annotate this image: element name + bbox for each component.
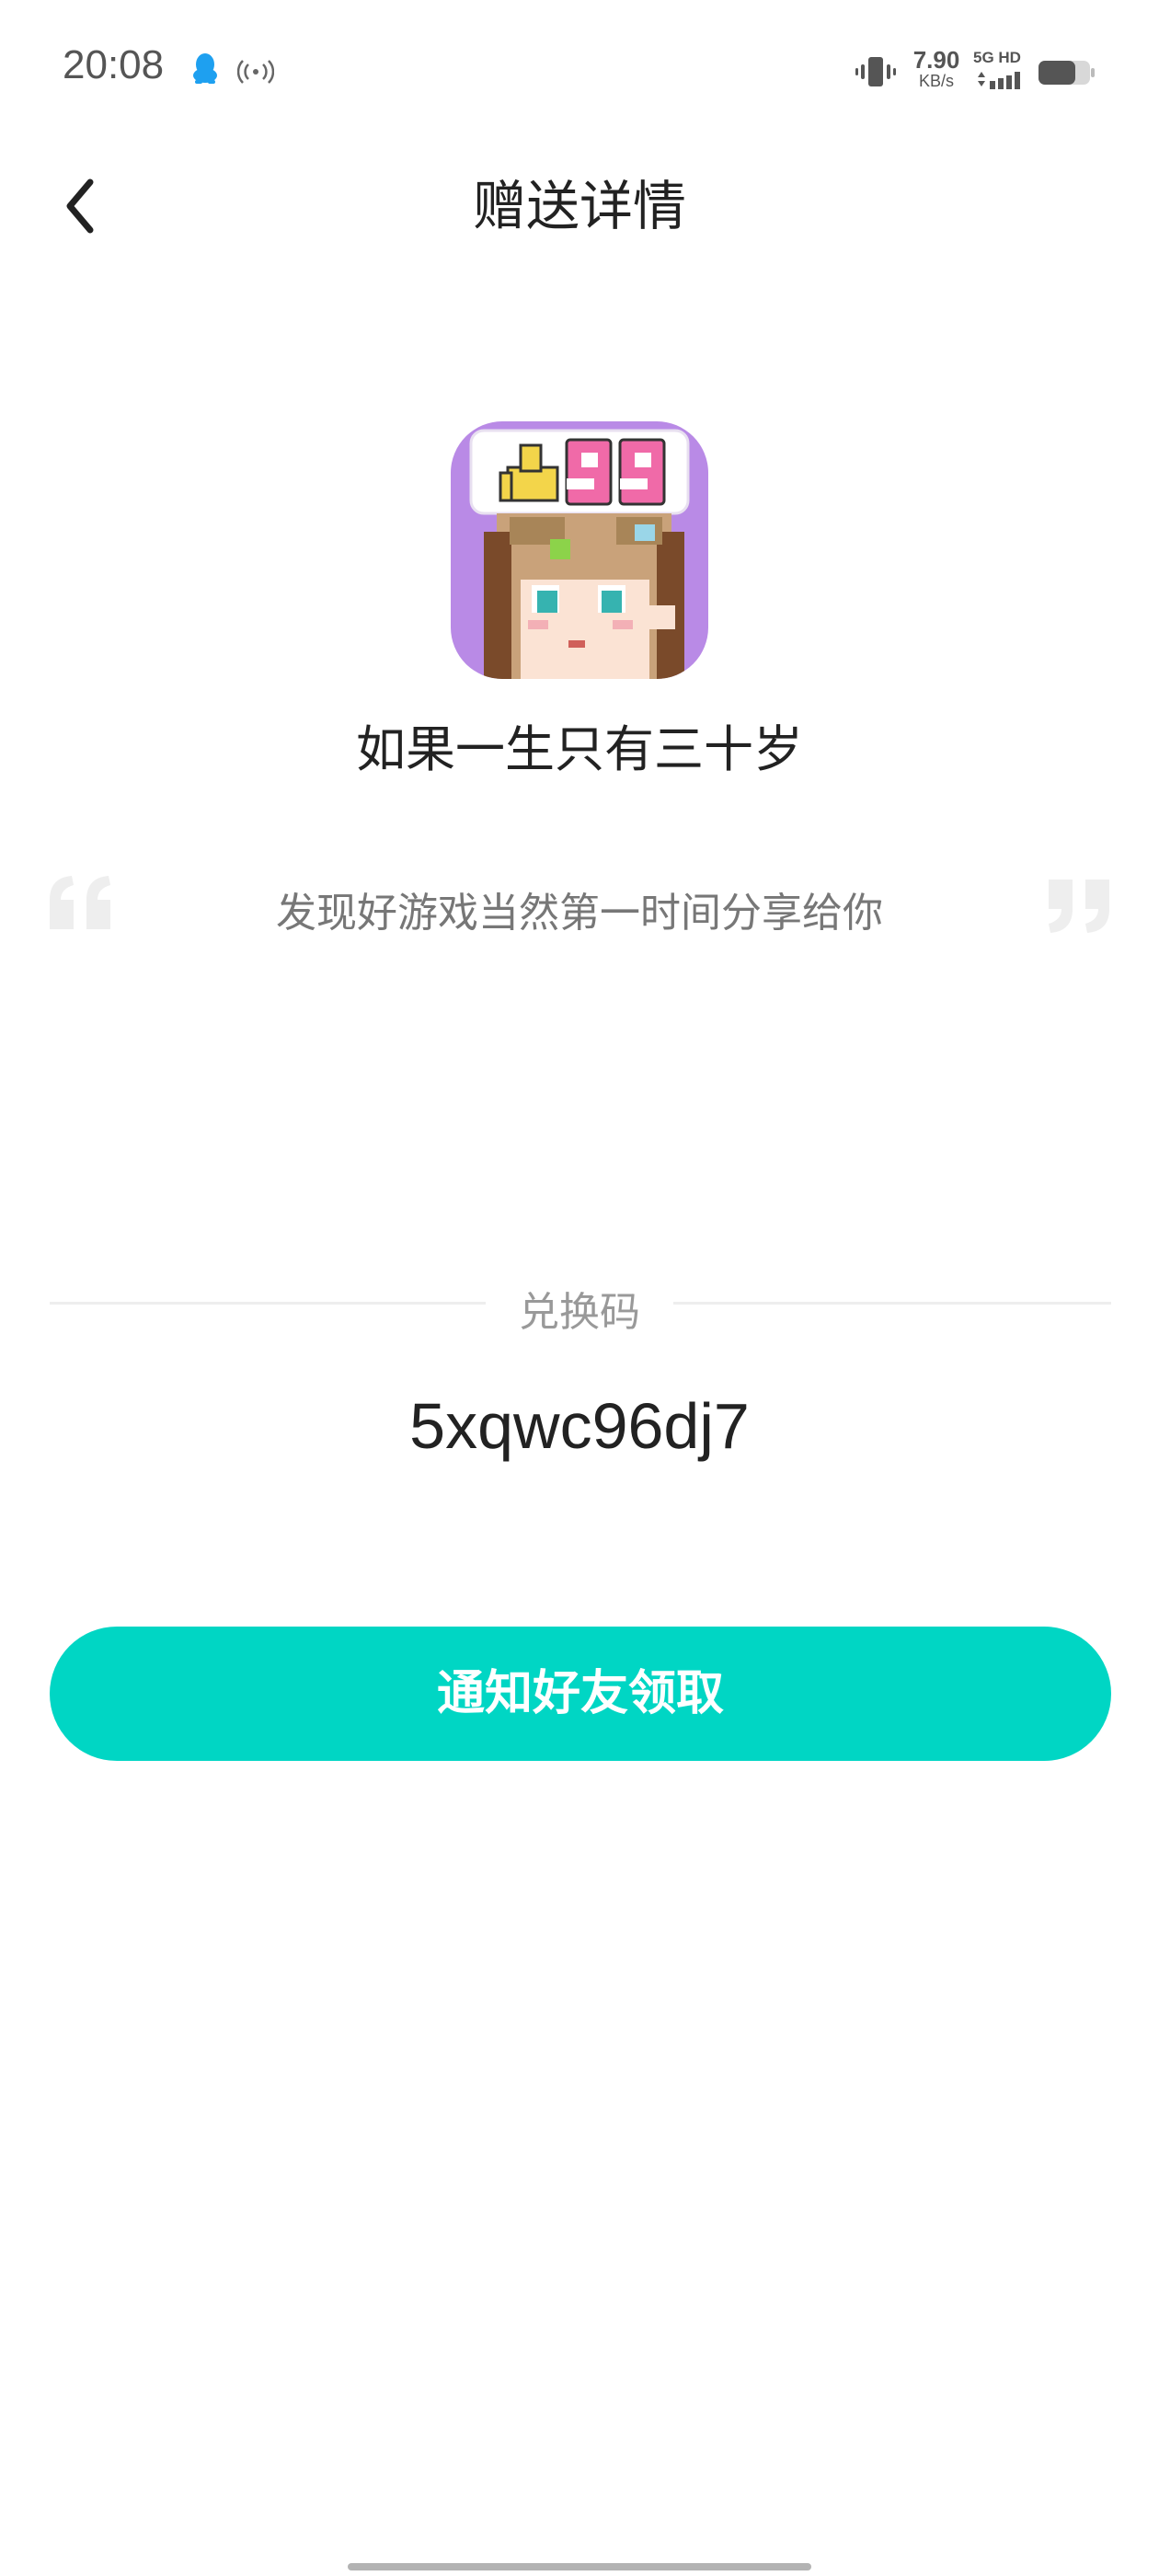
home-indicator[interactable] [348,2563,811,2570]
hotspot-icon [237,60,274,84]
divider-left [50,1302,486,1305]
status-time: 20:08 [63,42,165,87]
game-icon [451,421,708,679]
share-message: 发现好游戏当然第一时间分享给你 [276,890,883,937]
notify-friend-button[interactable]: 通知好友领取 [50,1627,1111,1761]
network-label: 5G HD [973,49,1021,66]
speed-value: 7.90 [912,46,960,74]
vibrate-icon [855,57,896,86]
close-quote-icon [1049,880,1109,933]
qq-icon [193,53,217,84]
page-title: 赠送详情 [472,175,686,237]
speed-unit: KB/s [918,72,954,90]
network-type: 5G HD [973,50,1028,66]
redeem-code-value: 5xqwc96dj7 [409,1390,750,1462]
redeem-code-label: 兑换码 [519,1289,640,1336]
divider-right [673,1302,1111,1305]
network-speed: 7.90 KB/s [909,48,964,90]
signal-icon [978,72,1020,89]
game-name: 如果一生只有三十岁 [356,720,803,778]
status-bar: 20:08 7.90 KB/s 5G HD [0,0,1159,138]
battery-icon [1039,61,1095,85]
